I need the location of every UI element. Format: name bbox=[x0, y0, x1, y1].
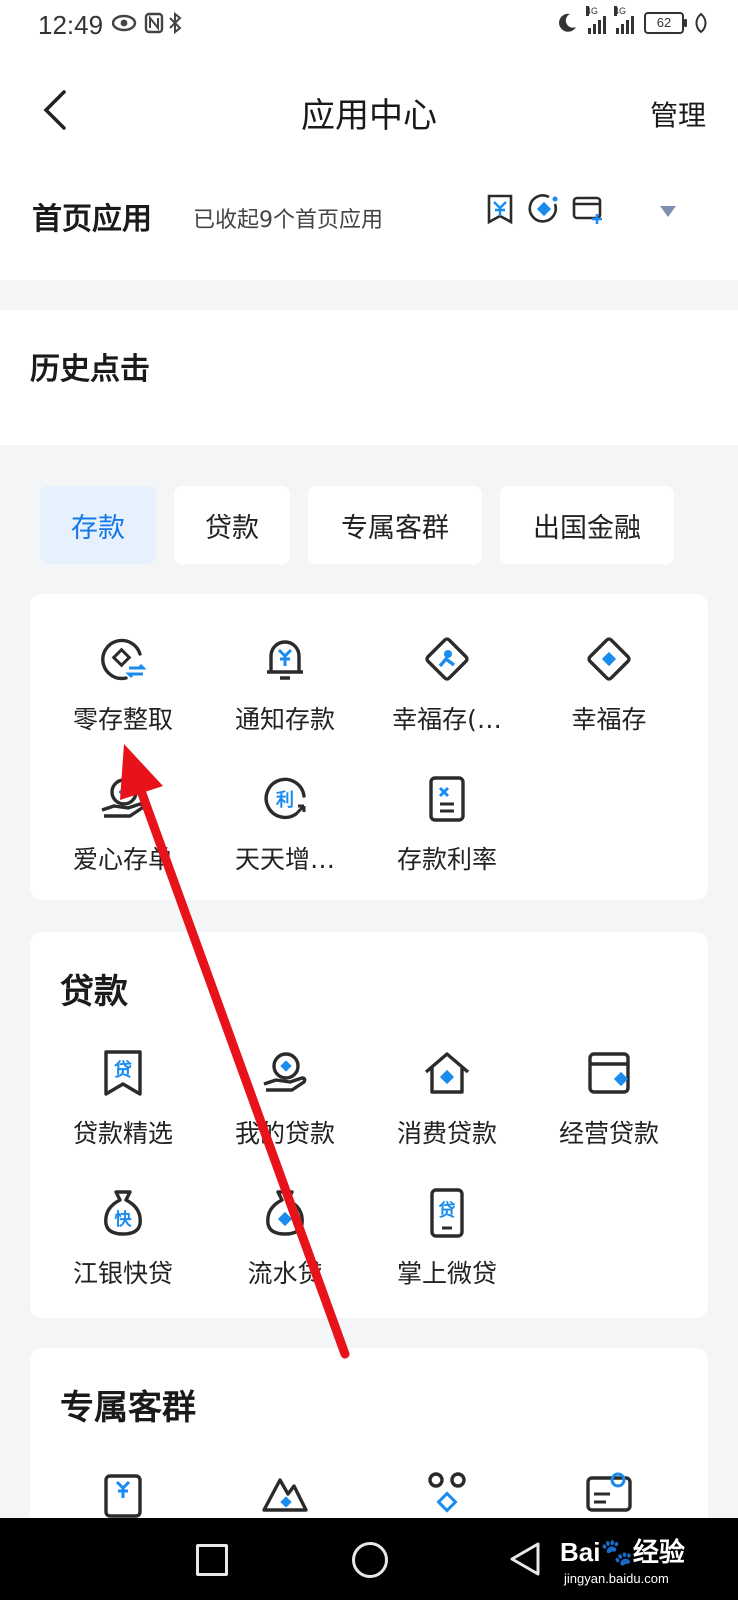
svg-text:快: 快 bbox=[115, 1209, 133, 1230]
tab-overseas-finance[interactable]: 出国金融 bbox=[500, 486, 674, 564]
interest-circle-icon: 利 bbox=[264, 777, 306, 820]
home-apps-subtitle: 已收起9个首页应用 bbox=[193, 208, 383, 233]
app-my-loan[interactable]: 我的贷款 bbox=[204, 1046, 366, 1164]
diamond-person-icon bbox=[425, 637, 469, 681]
status-bar: 12:49 4G 4G 62 bbox=[0, 0, 738, 58]
battery-icon: 62 bbox=[644, 12, 687, 34]
history-section: 历史点击 bbox=[0, 310, 738, 445]
diamond-circle-icon bbox=[528, 194, 558, 223]
card-plus-icon bbox=[572, 196, 602, 224]
yuan-card-icon bbox=[104, 1474, 142, 1518]
exclusive-group-title: 专属客群 bbox=[60, 1388, 196, 1428]
app-mobile-micro-loan[interactable]: 贷 掌上微贷 bbox=[366, 1186, 528, 1304]
moon-icon bbox=[559, 13, 576, 32]
hand-coin-icon bbox=[101, 778, 145, 818]
home-button[interactable] bbox=[352, 1542, 388, 1578]
tab-exclusive-group[interactable]: 专属客群 bbox=[308, 486, 482, 564]
top-navbar: 应用中心 管理 bbox=[0, 58, 738, 170]
app-happiness-deposit-variant[interactable]: 幸福存(… bbox=[366, 632, 528, 750]
category-tabs: 存款 贷款 专属客群 出国金融 bbox=[40, 486, 738, 564]
manage-button[interactable]: 管理 bbox=[650, 94, 706, 134]
svg-text:贷: 贷 bbox=[114, 1059, 132, 1081]
system-navigation-bar: Bai🐾经验 jingyan.baidu.com bbox=[0, 1518, 738, 1600]
expand-arrow-icon[interactable] bbox=[660, 206, 676, 217]
app-loan-selection[interactable]: 贷 贷款精选 bbox=[42, 1046, 204, 1164]
paw-icon: 🐾 bbox=[600, 1537, 633, 1567]
id-card-icon bbox=[586, 1472, 632, 1512]
deposit-card: 零存整取 通知存款 幸福存(… 幸福存 爱心存单 利 天天增… 存款利率 bbox=[30, 594, 708, 900]
house-icon bbox=[424, 1052, 470, 1094]
shop-icon bbox=[588, 1052, 630, 1094]
recent-apps-button[interactable] bbox=[196, 1544, 228, 1576]
loan-section-title: 贷款 bbox=[60, 972, 128, 1012]
app-jiangyin-fast-loan[interactable]: 快 江银快贷 bbox=[42, 1186, 204, 1304]
status-right: 4G 4G 62 bbox=[556, 6, 708, 34]
rate-document-icon bbox=[429, 776, 465, 822]
leaf-icon bbox=[695, 12, 707, 34]
tab-loan[interactable]: 贷款 bbox=[174, 486, 290, 564]
home-apps-section[interactable]: 首页应用 已收起9个首页应用 bbox=[0, 170, 738, 280]
bell-yuan-icon bbox=[267, 640, 303, 680]
signal-icon: 4G bbox=[586, 6, 606, 34]
diamond-transfer-icon bbox=[101, 638, 147, 681]
bookmark-yuan-icon bbox=[487, 194, 513, 225]
home-apps-title: 首页应用 bbox=[32, 202, 152, 237]
loan-app-grid: 贷 贷款精选 我的贷款 消费贷款 经营贷款 快 江银快贷 流水贷 贷 掌上微贷 bbox=[42, 1046, 690, 1304]
signal-icon-2: 4G bbox=[614, 6, 634, 34]
loan-card: 贷款 贷 贷款精选 我的贷款 消费贷款 经营贷款 快 江银快贷 流水贷 贷 掌上… bbox=[30, 932, 708, 1318]
status-notification-icons bbox=[111, 10, 222, 42]
app-consumer-loan[interactable]: 消费贷款 bbox=[366, 1046, 528, 1164]
svg-text:贷: 贷 bbox=[439, 1200, 456, 1221]
money-bag-icon bbox=[266, 1190, 304, 1236]
triangle-back-icon bbox=[510, 1542, 540, 1576]
family-icon bbox=[428, 1472, 466, 1513]
app-flow-loan[interactable]: 流水贷 bbox=[204, 1186, 366, 1304]
system-back-button[interactable] bbox=[508, 1540, 542, 1582]
svg-text:利: 利 bbox=[276, 789, 294, 811]
mountain-icon bbox=[262, 1478, 308, 1512]
diamond-icon bbox=[587, 637, 631, 681]
app-notice-deposit[interactable]: 通知存款 bbox=[204, 632, 366, 750]
deposit-app-grid: 零存整取 通知存款 幸福存(… 幸福存 爱心存单 利 天天增… 存款利率 bbox=[42, 632, 690, 890]
tab-deposit[interactable]: 存款 bbox=[40, 486, 156, 564]
baidu-watermark: Bai🐾经验 jingyan.baidu.com bbox=[560, 1537, 685, 1586]
history-title: 历史点击 bbox=[30, 352, 150, 387]
app-lingcun-zhengqu[interactable]: 零存整取 bbox=[42, 632, 204, 750]
hand-coin-icon bbox=[263, 1052, 307, 1092]
home-apps-preview-icons bbox=[483, 192, 605, 226]
phone-loan-icon: 贷 bbox=[430, 1188, 464, 1238]
app-deposit-rate[interactable]: 存款利率 bbox=[366, 772, 528, 890]
eye-nfc-bluetooth-icon bbox=[111, 11, 182, 35]
money-bag-fast-icon: 快 bbox=[104, 1190, 142, 1236]
page-title: 应用中心 bbox=[301, 96, 437, 136]
app-happiness-deposit[interactable]: 幸福存 bbox=[528, 632, 690, 750]
loan-bookmark-icon: 贷 bbox=[104, 1050, 142, 1096]
app-love-deposit[interactable]: 爱心存单 bbox=[42, 772, 204, 890]
status-time: 12:49 bbox=[38, 10, 104, 40]
app-daily-growth[interactable]: 利 天天增… bbox=[204, 772, 366, 890]
app-business-loan[interactable]: 经营贷款 bbox=[528, 1046, 690, 1164]
